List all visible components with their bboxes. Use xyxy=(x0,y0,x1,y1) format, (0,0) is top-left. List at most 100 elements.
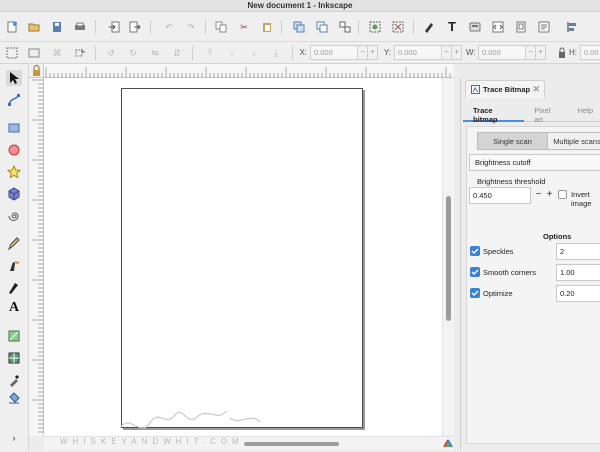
options-heading: Options xyxy=(543,232,572,241)
xml-editor-icon[interactable] xyxy=(491,20,505,34)
clone-icon[interactable] xyxy=(315,20,329,34)
height-field: H: 0.00 xyxy=(568,45,600,60)
node-tool-icon[interactable] xyxy=(6,92,22,108)
pen-tool-icon[interactable] xyxy=(6,258,22,274)
x-decrement[interactable]: − xyxy=(358,45,368,60)
smooth-corners-input[interactable]: 1.00 xyxy=(556,264,600,281)
gradient-tool-icon[interactable] xyxy=(6,328,22,344)
x-increment[interactable]: + xyxy=(368,45,378,60)
mesh-tool-icon[interactable] xyxy=(6,350,22,366)
speckles-input[interactable]: 2 xyxy=(556,243,600,260)
subtab-pixel-art[interactable]: Pixel art xyxy=(524,100,567,124)
close-tab-icon[interactable]: ✕ xyxy=(532,84,540,95)
brightness-threshold-input[interactable]: 0.450 xyxy=(469,187,531,204)
width-field: W: 0.000 − + xyxy=(466,45,546,60)
invert-image-label: Invert image xyxy=(571,190,592,208)
w-increment[interactable]: + xyxy=(536,45,546,60)
import-icon[interactable] xyxy=(107,20,121,34)
dropper-tool-icon[interactable] xyxy=(6,372,22,388)
trace-bitmap-dock: Trace Bitmap ✕ Trace bitmap Pixel art He… xyxy=(460,78,600,450)
rotate-ccw-icon[interactable]: ↺ xyxy=(104,46,118,60)
flip-horizontal-icon[interactable]: ⇋ xyxy=(148,46,162,60)
preferences-icon[interactable] xyxy=(537,20,551,34)
tool-controls-bar: ⌘ ↺ ↻ ⇋ ⇵ ⤒ ↑ ↓ ⤓ X: 0.000 − + Y: 0.000 … xyxy=(0,42,600,64)
commands-toolbar: ↶ ↷ ✂ T xyxy=(0,12,600,42)
threshold-decrement[interactable]: − xyxy=(533,187,544,204)
trace-mode-select[interactable]: Brightness cutoff xyxy=(469,154,600,171)
rectangle-tool-icon[interactable] xyxy=(6,120,22,136)
speckles-checkbox[interactable] xyxy=(470,246,480,256)
vertical-scrollbar[interactable] xyxy=(442,78,454,436)
ruler-corner-lock-icon[interactable] xyxy=(29,64,44,78)
undo-icon[interactable]: ↶ xyxy=(162,20,176,34)
text-tool-icon[interactable]: A xyxy=(6,300,22,316)
touch-select-icon[interactable] xyxy=(73,46,87,60)
unlink-clone-icon[interactable] xyxy=(338,20,352,34)
tab-trace-bitmap[interactable]: Trace Bitmap ✕ xyxy=(465,80,545,98)
y-increment[interactable]: + xyxy=(452,45,462,60)
new-document-icon[interactable] xyxy=(5,20,19,34)
subtab-help[interactable]: Help xyxy=(568,100,600,122)
save-document-icon[interactable] xyxy=(50,20,64,34)
more-tools-chevron-icon[interactable]: › xyxy=(6,430,22,446)
threshold-increment[interactable]: + xyxy=(544,187,555,204)
multiple-scans-button[interactable]: Multiple scans xyxy=(547,132,600,150)
lower-icon[interactable]: ↓ xyxy=(247,46,261,60)
document-page[interactable] xyxy=(121,88,363,428)
subtab-trace-bitmap[interactable]: Trace bitmap xyxy=(463,100,525,124)
cut-icon[interactable]: ✂ xyxy=(237,20,251,34)
pencil-tool-icon[interactable] xyxy=(6,236,22,252)
3d-box-tool-icon[interactable] xyxy=(6,186,22,202)
y-coordinate: Y: 0.000 − + xyxy=(382,45,462,60)
raise-icon[interactable]: ↑ xyxy=(225,46,239,60)
optimize-checkbox[interactable] xyxy=(470,288,480,298)
select-all-layers-icon[interactable] xyxy=(27,46,41,60)
calligraphy-tool-icon[interactable] xyxy=(6,280,22,296)
window-title: New document 1 - Inkscape xyxy=(0,0,600,12)
align-distribute-icon[interactable] xyxy=(566,20,580,34)
color-palette-icon[interactable] xyxy=(442,436,454,450)
drawing-canvas[interactable] xyxy=(44,78,442,436)
open-document-icon[interactable] xyxy=(27,20,41,34)
speckles-label: Speckles xyxy=(483,247,514,256)
fill-stroke-icon[interactable] xyxy=(422,20,436,34)
single-scan-button[interactable]: Single scan xyxy=(477,132,548,150)
w-input[interactable]: 0.000 xyxy=(478,45,526,60)
w-label: W: xyxy=(466,48,476,57)
smooth-corners-checkbox[interactable] xyxy=(470,267,480,277)
x-input[interactable]: 0.000 xyxy=(310,45,358,60)
lock-ratio-icon[interactable] xyxy=(555,46,569,60)
rotate-cw-icon[interactable]: ↻ xyxy=(126,46,140,60)
toolbar-separator xyxy=(292,46,293,60)
document-properties-icon[interactable] xyxy=(514,20,528,34)
spiral-tool-icon[interactable] xyxy=(6,208,22,224)
layers-icon[interactable] xyxy=(468,20,482,34)
vertical-scroll-thumb[interactable] xyxy=(446,196,451,321)
redo-icon[interactable]: ↷ xyxy=(184,20,198,34)
ungroup-icon[interactable] xyxy=(391,20,405,34)
ellipse-tool-icon[interactable] xyxy=(6,142,22,158)
paint-bucket-tool-icon[interactable] xyxy=(6,390,22,406)
text-font-icon[interactable]: T xyxy=(445,19,459,34)
raise-to-top-icon[interactable]: ⤒ xyxy=(203,46,217,60)
duplicate-icon[interactable] xyxy=(292,20,306,34)
copy-icon[interactable] xyxy=(214,20,228,34)
export-icon[interactable] xyxy=(128,20,142,34)
lower-to-bottom-icon[interactable]: ⤓ xyxy=(269,46,283,60)
select-all-icon[interactable] xyxy=(5,46,19,60)
h-input[interactable]: 0.00 xyxy=(580,45,600,60)
flip-vertical-icon[interactable]: ⇵ xyxy=(170,46,184,60)
invert-image-checkbox[interactable] xyxy=(558,190,567,199)
deselect-icon[interactable]: ⌘ xyxy=(50,46,64,60)
print-icon[interactable] xyxy=(73,20,87,34)
paste-icon[interactable] xyxy=(260,20,274,34)
toolbar-separator xyxy=(358,20,359,34)
y-input[interactable]: 0.000 xyxy=(394,45,442,60)
optimize-input[interactable]: 0.20 xyxy=(556,285,600,302)
group-icon[interactable] xyxy=(368,20,382,34)
star-tool-icon[interactable] xyxy=(6,164,22,180)
y-decrement[interactable]: − xyxy=(442,45,452,60)
vertical-ruler-ticks xyxy=(32,79,44,433)
selector-tool-icon[interactable] xyxy=(6,70,22,86)
w-decrement[interactable]: − xyxy=(526,45,536,60)
